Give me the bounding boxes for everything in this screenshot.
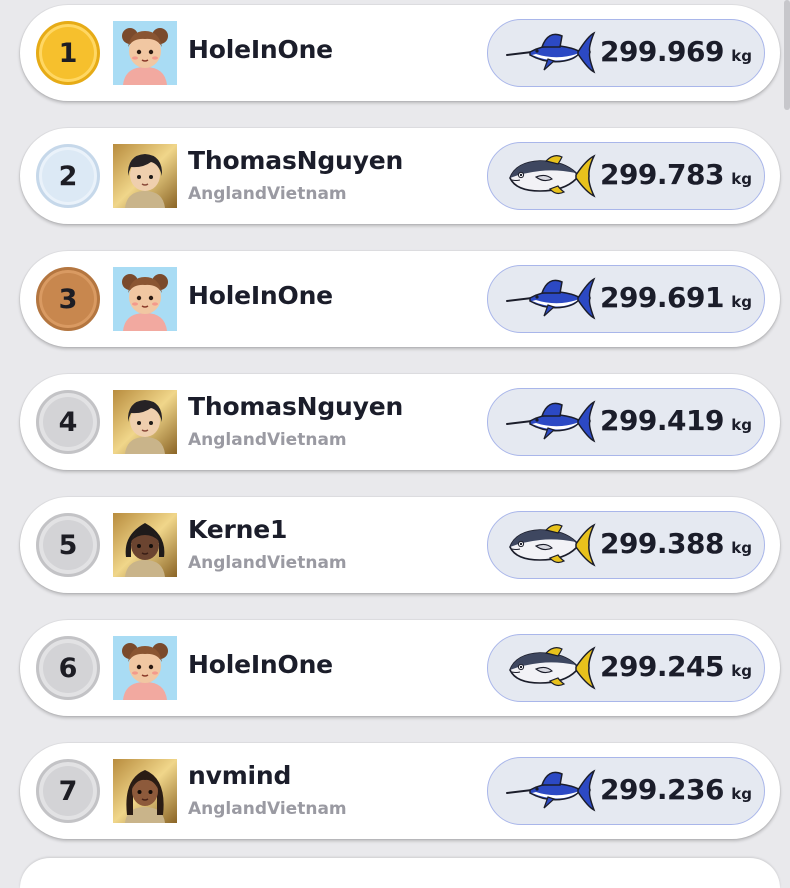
weight-unit: kg bbox=[731, 785, 752, 803]
catch-record: 299.236 kg bbox=[487, 757, 765, 825]
catch-weight: 299.691 bbox=[599, 281, 725, 314]
leaderboard-row[interactable]: 4 ThomasNguyen AnglandVietnam 299.419 kg bbox=[20, 374, 780, 470]
dark-hair-avatar[interactable] bbox=[113, 144, 177, 208]
player-name[interactable]: nvmind bbox=[188, 761, 291, 790]
rank-badge: 4 bbox=[36, 390, 100, 454]
catch-record: 299.388 kg bbox=[487, 511, 765, 579]
player-name[interactable]: HoleInOne bbox=[188, 281, 333, 310]
catch-record: 299.419 kg bbox=[487, 388, 765, 456]
bear-ears-avatar[interactable] bbox=[113, 267, 177, 331]
rank-badge: 7 bbox=[36, 759, 100, 823]
marlin-icon bbox=[506, 28, 596, 78]
player-name[interactable]: ThomasNguyen bbox=[188, 146, 403, 175]
weight-unit: kg bbox=[731, 416, 752, 434]
team-name: AnglandVietnam bbox=[188, 799, 347, 819]
next-row-edge bbox=[20, 858, 780, 888]
dark-hair-avatar[interactable] bbox=[113, 390, 177, 454]
rank-badge: 2 bbox=[36, 144, 100, 208]
marlin-icon bbox=[506, 766, 596, 816]
rank-badge: 6 bbox=[36, 636, 100, 700]
leaderboard-row[interactable]: 1 HoleInOne 299.969 kg bbox=[20, 5, 780, 101]
scrollbar-thumb[interactable] bbox=[784, 0, 790, 110]
rank-badge: 5 bbox=[36, 513, 100, 577]
bear-ears-avatar[interactable] bbox=[113, 21, 177, 85]
leaderboard-row[interactable]: 6 HoleInOne 299.245 kg bbox=[20, 620, 780, 716]
player-name[interactable]: Kerne1 bbox=[188, 515, 287, 544]
catch-record: 299.969 kg bbox=[487, 19, 765, 87]
weight-unit: kg bbox=[731, 293, 752, 311]
team-name: AnglandVietnam bbox=[188, 430, 347, 450]
catch-weight: 299.236 bbox=[599, 773, 725, 806]
team-name: AnglandVietnam bbox=[188, 553, 347, 573]
catch-record: 299.245 kg bbox=[487, 634, 765, 702]
long-hair-avatar[interactable] bbox=[113, 759, 177, 823]
marlin-icon bbox=[506, 397, 596, 447]
tuna-icon bbox=[506, 151, 596, 201]
weight-unit: kg bbox=[731, 47, 752, 65]
player-name[interactable]: ThomasNguyen bbox=[188, 392, 403, 421]
catch-weight: 299.969 bbox=[599, 35, 725, 68]
weight-unit: kg bbox=[731, 662, 752, 680]
marlin-icon bbox=[506, 274, 596, 324]
catch-weight: 299.419 bbox=[599, 404, 725, 437]
catch-weight: 299.388 bbox=[599, 527, 725, 560]
catch-record: 299.783 kg bbox=[487, 142, 765, 210]
catch-record: 299.691 kg bbox=[487, 265, 765, 333]
tuna-icon bbox=[506, 643, 596, 693]
leaderboard-row[interactable]: 7 nvmind AnglandVietnam 299.236 kg bbox=[20, 743, 780, 839]
leaderboard-row[interactable]: 3 HoleInOne 299.691 kg bbox=[20, 251, 780, 347]
braids-avatar[interactable] bbox=[113, 513, 177, 577]
leaderboard-row[interactable]: 5 Kerne1 AnglandVietnam 299.388 kg bbox=[20, 497, 780, 593]
catch-weight: 299.783 bbox=[599, 158, 725, 191]
player-name[interactable]: HoleInOne bbox=[188, 650, 333, 679]
team-name: AnglandVietnam bbox=[188, 184, 347, 204]
rank-badge: 1 bbox=[36, 21, 100, 85]
weight-unit: kg bbox=[731, 539, 752, 557]
tuna-icon bbox=[506, 520, 596, 570]
bear-ears-avatar[interactable] bbox=[113, 636, 177, 700]
leaderboard-list: 1 HoleInOne 299.969 kg 2 ThomasNguyen Angland… bbox=[0, 0, 790, 888]
rank-badge: 3 bbox=[36, 267, 100, 331]
catch-weight: 299.245 bbox=[599, 650, 725, 683]
leaderboard-row[interactable]: 2 ThomasNguyen AnglandVietnam 299.783 kg bbox=[20, 128, 780, 224]
weight-unit: kg bbox=[731, 170, 752, 188]
player-name[interactable]: HoleInOne bbox=[188, 35, 333, 64]
